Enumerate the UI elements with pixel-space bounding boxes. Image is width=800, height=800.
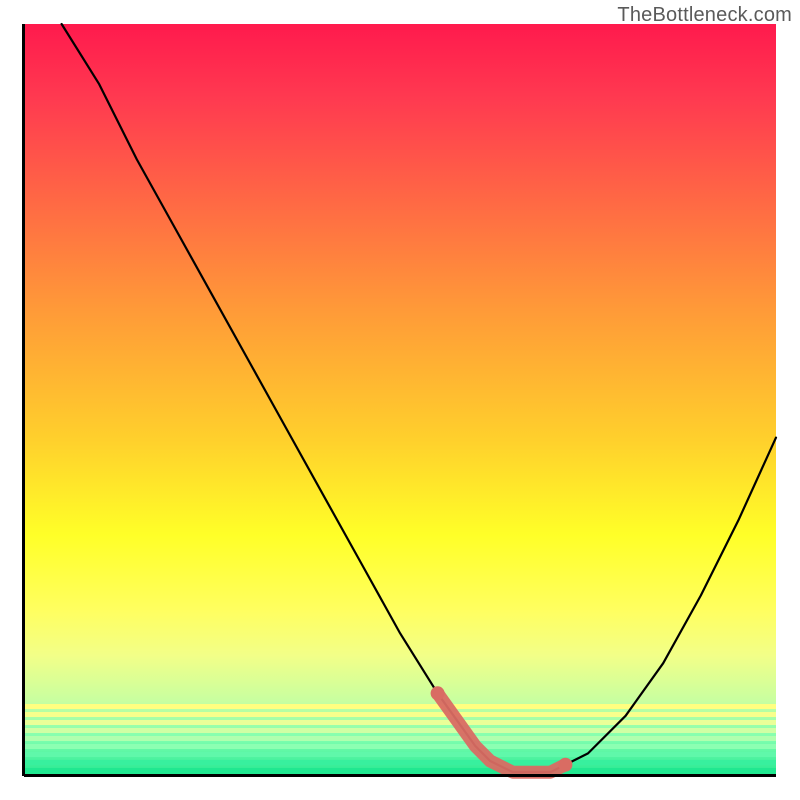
- x-axis: [24, 774, 776, 777]
- chart-container: TheBottleneck.com: [0, 0, 800, 800]
- highlight-dot: [558, 758, 572, 772]
- watermark-text: TheBottleneck.com: [617, 4, 792, 27]
- y-axis: [22, 24, 25, 776]
- plot-area: [24, 24, 776, 776]
- curve-svg: [24, 24, 776, 776]
- bottleneck-curve: [62, 24, 776, 772]
- highlight-dot: [431, 686, 445, 700]
- optimal-range-highlight: [438, 693, 566, 772]
